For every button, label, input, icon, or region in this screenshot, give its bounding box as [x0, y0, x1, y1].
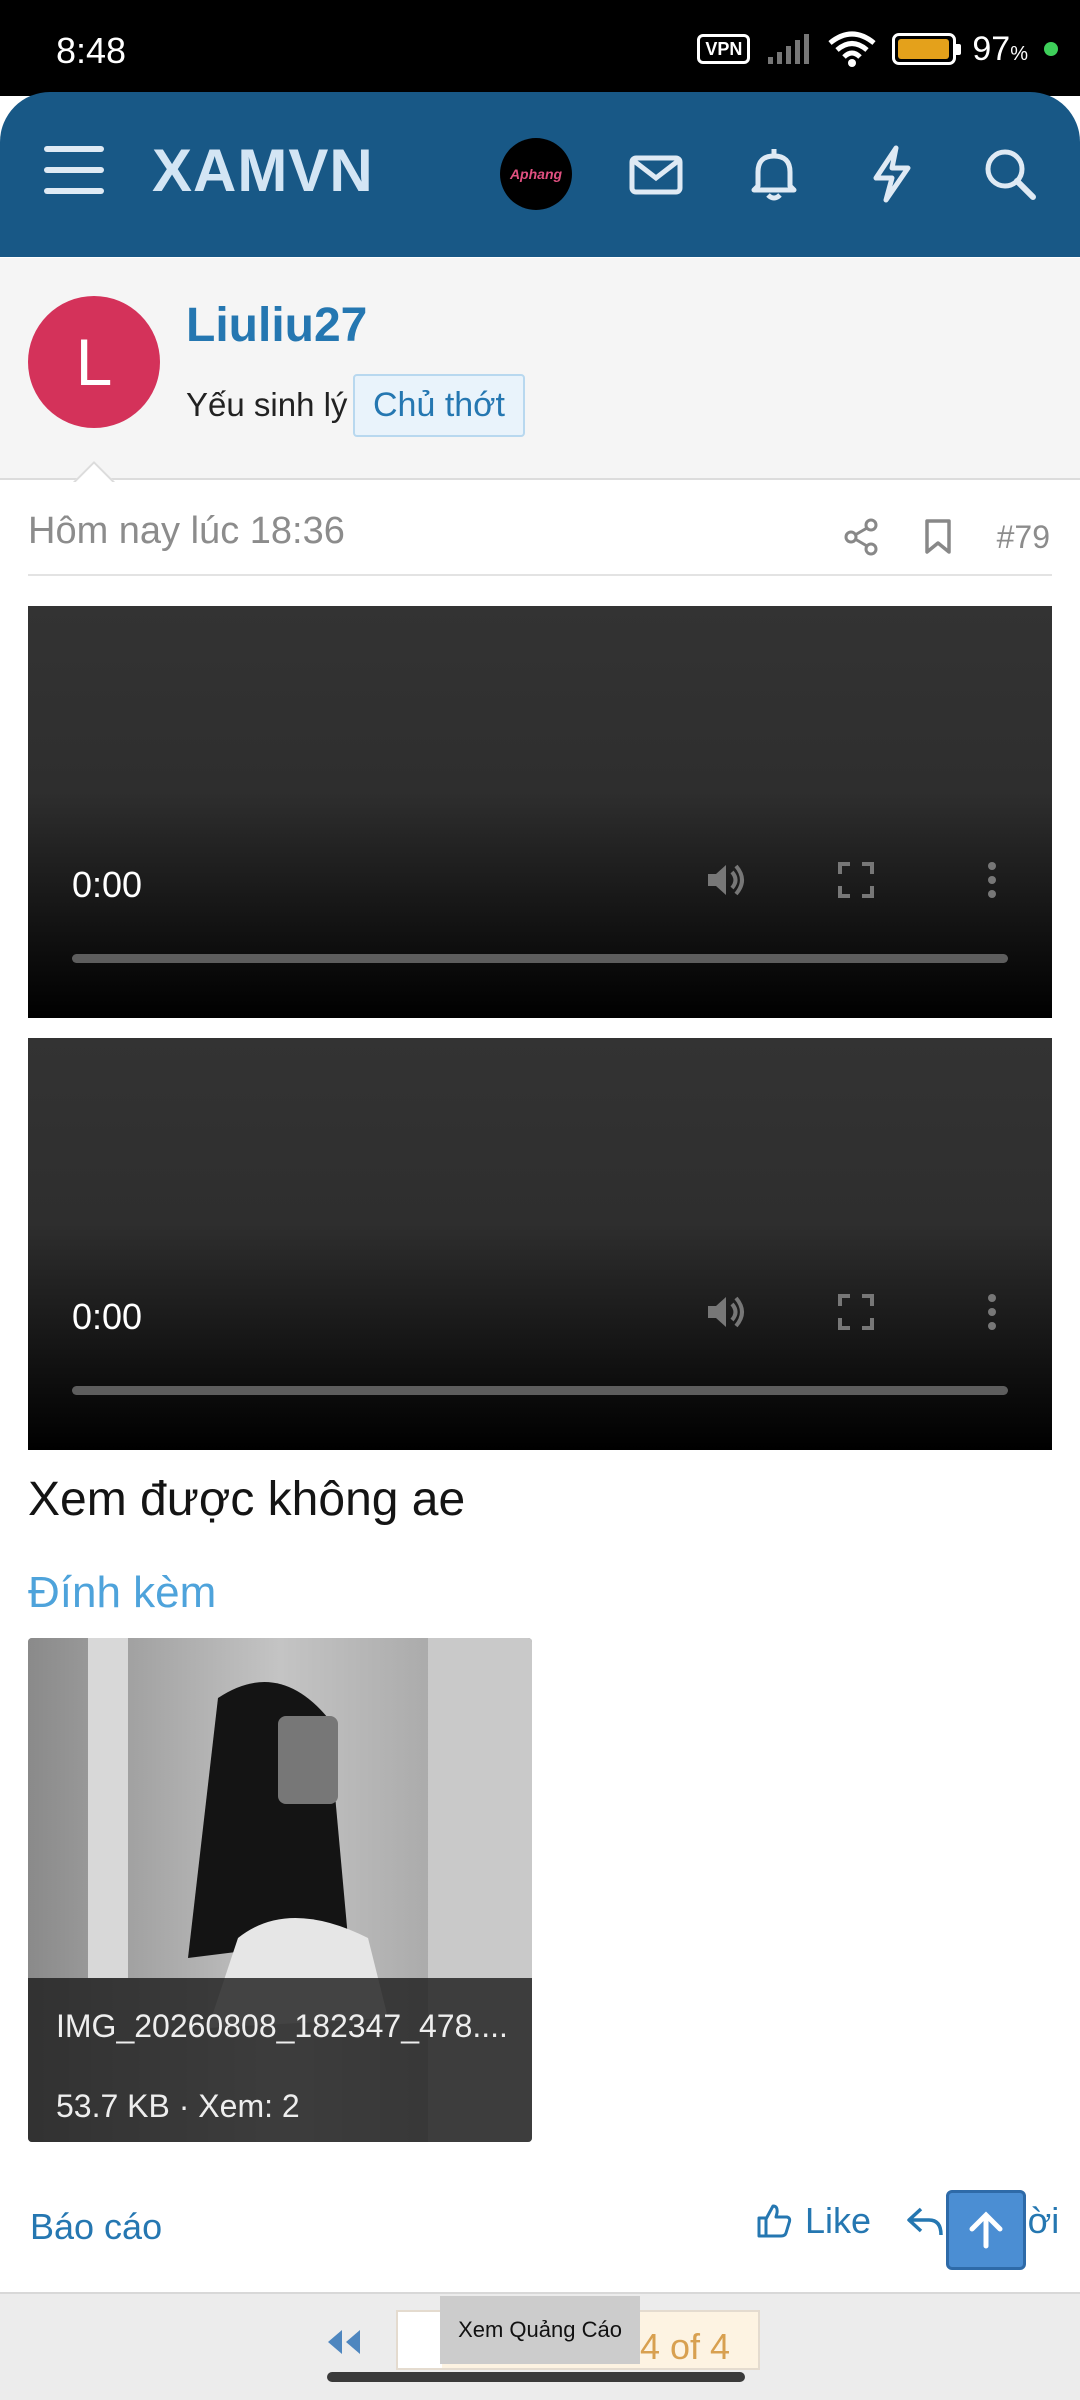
author-title: Yếu sinh lý [186, 386, 348, 423]
attachment-info: 53.7 KB · Xem: 2 [56, 2088, 300, 2124]
bell-icon[interactable] [744, 144, 804, 204]
wifi-icon [828, 31, 876, 67]
post-number[interactable]: #79 [997, 519, 1050, 556]
video-progress-bar[interactable] [72, 954, 1008, 963]
video-time: 0:00 [72, 864, 143, 905]
mail-icon[interactable] [626, 144, 686, 204]
status-time: 8:48 [56, 30, 127, 71]
battery-icon [892, 33, 962, 65]
thumbs-up-icon [757, 2204, 792, 2238]
video-player[interactable]: 0:00 [28, 606, 1052, 1018]
post-author: L Liuliu27 Yếu sinh lý Chủ thớt [0, 258, 1080, 480]
author-avatar[interactable]: L [28, 296, 160, 428]
battery-percent: 97% [972, 29, 1028, 68]
reply-icon [907, 2207, 943, 2236]
thread-starter-badge: Chủ thớt [353, 374, 525, 437]
first-page-icon[interactable] [322, 2320, 366, 2360]
site-logo[interactable]: XAMVN [152, 136, 374, 205]
video-progress-bar[interactable] [72, 1386, 1008, 1395]
attachment-caption: IMG_20260808_182347_478.... 53.7 KB · Xe… [28, 1978, 532, 2142]
attachment-thumbnail[interactable]: IMG_20260808_182347_478.... 53.7 KB · Xe… [28, 1638, 532, 2142]
author-username[interactable]: Liuliu27 [186, 298, 367, 353]
page-label[interactable]: 4 of 4 [640, 2326, 730, 2368]
like-button[interactable]: Like [755, 2200, 871, 2242]
privacy-dot [1044, 42, 1058, 56]
like-label: Like [805, 2200, 872, 2241]
vpn-icon: VPN [697, 34, 751, 64]
volume-icon[interactable] [702, 1288, 750, 1336]
video-player[interactable]: 0:00 [28, 1038, 1052, 1450]
scroll-to-top-button[interactable] [946, 2190, 1026, 2270]
signal-icon [768, 34, 810, 64]
author-pointer [68, 458, 118, 482]
bookmark-icon[interactable] [923, 518, 953, 556]
user-avatar-button[interactable]: Aphang [500, 138, 572, 210]
top-nav: XAMVN Aphang [0, 92, 1080, 257]
menu-icon[interactable] [44, 144, 104, 196]
view-ad-button[interactable]: Xem Quảng Cáo [440, 2296, 640, 2364]
attachments-heading: Đính kèm [28, 1568, 217, 1617]
video-time: 0:00 [72, 1296, 143, 1337]
share-icon[interactable] [843, 518, 879, 556]
volume-icon[interactable] [702, 856, 750, 904]
search-icon[interactable] [980, 144, 1040, 204]
post-timestamp[interactable]: Hôm nay lúc 18:36 [28, 510, 345, 553]
status-icons: VPN 97% [697, 28, 1058, 70]
arrow-up-icon [969, 2211, 1003, 2249]
meta-divider [28, 574, 1052, 576]
attachment-filename: IMG_20260808_182347_478.... [56, 2008, 508, 2044]
fullscreen-icon[interactable] [832, 1288, 880, 1336]
report-link[interactable]: Báo cáo [30, 2206, 162, 2248]
post-body-text: Xem được không ae [28, 1473, 466, 1526]
home-indicator[interactable] [327, 2372, 745, 2382]
lightning-icon[interactable] [862, 144, 922, 204]
post-meta-actions: #79 [843, 518, 1050, 556]
fullscreen-icon[interactable] [832, 856, 880, 904]
more-options-icon[interactable] [968, 856, 1016, 904]
more-options-icon[interactable] [968, 1288, 1016, 1336]
status-bar: 8:48 VPN 97% [0, 0, 1080, 96]
